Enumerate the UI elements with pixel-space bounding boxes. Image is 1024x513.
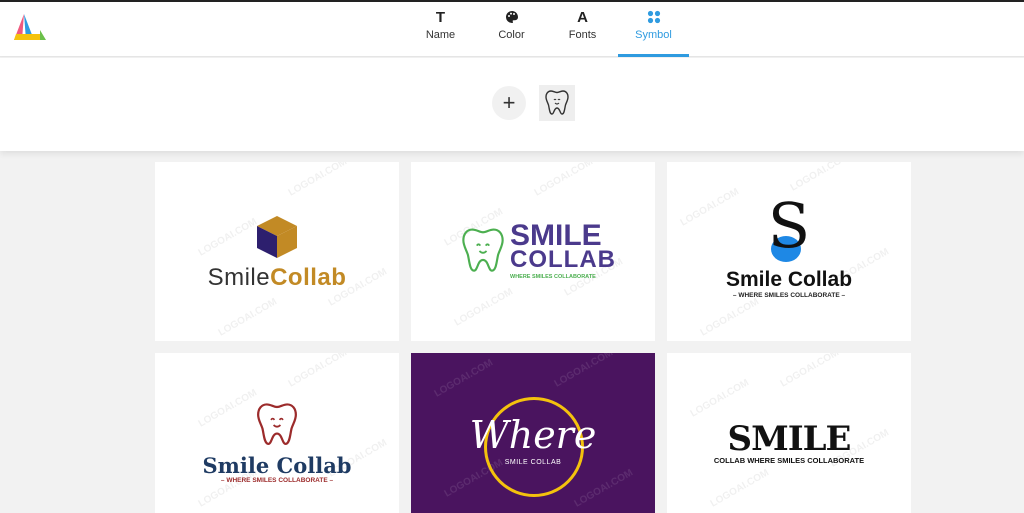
logo-card[interactable]: LOGOAI.COM LOGOAI.COM LOGOAI.COM LOGOAI.… <box>411 162 655 341</box>
palette-icon <box>476 8 547 26</box>
editor-tabs: T Name Color A Fonts Symbol <box>405 2 689 57</box>
logo-card[interactable]: LOGOAI.COM LOGOAI.COM LOGOAI.COM LOGOAI.… <box>411 353 655 513</box>
brand-line-2: COLLAB <box>510 246 616 273</box>
tab-label: Symbol <box>635 29 672 41</box>
editor-header: T Name Color A Fonts Symbol <box>0 2 1024 57</box>
tab-label: Color <box>498 29 525 41</box>
app-logo[interactable] <box>10 12 48 44</box>
logo-card[interactable]: LOGOAI.COM LOGOAI.COM LOGOAI.COM LOGOAI.… <box>667 162 911 341</box>
brand-name: Smile Collab <box>202 453 352 478</box>
tagline: COLLAB WHERE SMILES COLLABORATE <box>713 456 865 465</box>
tab-fonts[interactable]: A Fonts <box>547 2 618 57</box>
box-icon <box>257 216 297 258</box>
font-icon: A <box>577 8 588 26</box>
tab-name[interactable]: T Name <box>405 2 476 57</box>
brand-word: SMILE <box>727 419 852 459</box>
text-icon: T <box>435 8 446 26</box>
tab-label: Fonts <box>568 29 597 41</box>
tooth-icon <box>462 228 504 272</box>
tagline: WHERE SMILES COLLABORATE <box>510 274 596 280</box>
tab-symbol[interactable]: Symbol <box>618 2 689 57</box>
logo-card[interactable]: LOGOAI.COM LOGOAI.COM LOGOAI.COM LOGOAI.… <box>155 162 399 341</box>
sub-name: SMILE COLLAB <box>504 459 562 466</box>
tooth-icon <box>257 403 297 445</box>
symbol-icon <box>618 8 689 26</box>
add-symbol-button[interactable]: + <box>492 86 526 120</box>
tooth-icon <box>545 90 569 115</box>
tagline: – WHERE SMILES COLLABORATE – <box>732 292 846 299</box>
logo-card[interactable]: LOGOAI.COM LOGOAI.COM LOGOAI.COM LOGOAI.… <box>667 353 911 513</box>
brand-name: SmileCollab <box>207 264 347 291</box>
logo-card[interactable]: LOGOAI.COM LOGOAI.COM LOGOAI.COM LOGOAI.… <box>155 353 399 513</box>
brand-name: Smile Collab <box>725 268 853 291</box>
tagline: – WHERE SMILES COLLABORATE – <box>220 477 334 484</box>
tab-color[interactable]: Color <box>476 2 547 57</box>
monogram-icon: S <box>767 189 811 262</box>
script-word: Where <box>469 413 597 457</box>
symbol-toolbar: + <box>0 58 1024 151</box>
tab-label: Name <box>425 29 456 41</box>
selected-symbol-thumbnail[interactable] <box>539 85 575 121</box>
